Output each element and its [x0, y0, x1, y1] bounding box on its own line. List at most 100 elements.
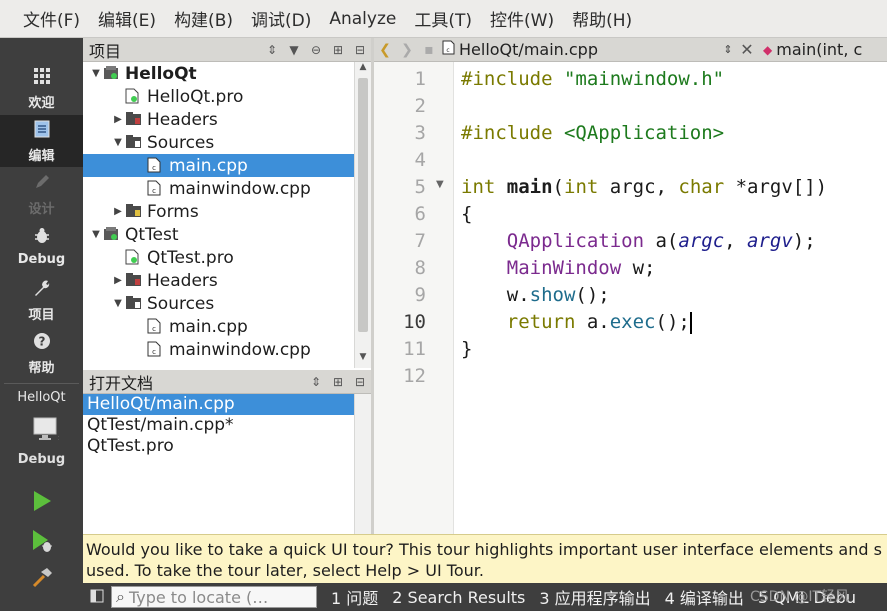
forward-icon[interactable]: ❯	[396, 42, 418, 58]
tree-item[interactable]: c mainwindow.cpp	[83, 338, 354, 361]
document-icon	[0, 119, 83, 145]
mode-label: 欢迎	[28, 96, 55, 111]
expanded-arrow-icon[interactable]: ▼	[111, 298, 125, 309]
sidebar-toggle-icon	[90, 588, 104, 607]
code-editor[interactable]: #include "mainwindow.h" #include <QAppli…	[455, 62, 887, 534]
menu-item[interactable]: 构建(B)	[174, 6, 233, 31]
file-dropdown-icon[interactable]: ⇕	[719, 43, 737, 56]
close-panel-icon[interactable]: ⊟	[349, 375, 371, 389]
scrollbar-thumb[interactable]	[358, 78, 368, 332]
tree-item-label: QtTest.pro	[147, 247, 234, 268]
menu-item[interactable]: 调试(D)	[251, 6, 311, 31]
locator-input[interactable]: ⌕ Type to locate (…	[111, 586, 317, 608]
project-tree-scrollbar[interactable]: ▲ ▼	[354, 62, 371, 368]
output-tab-compile-output[interactable]: 4 编译输出	[665, 585, 744, 609]
split-icon[interactable]: ⊞	[327, 43, 349, 57]
tree-item[interactable]: HelloQt.pro	[83, 85, 354, 108]
menu-item[interactable]: 控件(W)	[490, 6, 554, 31]
menu-item[interactable]: 工具(T)	[414, 6, 472, 31]
sort-icon[interactable]: ⇕	[261, 43, 283, 57]
link-icon[interactable]: ⊖	[305, 43, 327, 57]
output-tab-search-results[interactable]: 2 Search Results	[392, 588, 525, 607]
ui-tour-infobar: Would you like to take a quick UI tour? …	[83, 534, 887, 583]
line-number[interactable]: 2	[374, 93, 426, 120]
collapsed-arrow-icon[interactable]: ▶	[111, 114, 125, 125]
collapsed-arrow-icon[interactable]: ▶	[111, 275, 125, 286]
scroll-down-icon[interactable]: ▼	[355, 352, 371, 362]
tree-item-label: Forms	[147, 201, 199, 222]
forms-folder-icon	[125, 203, 143, 220]
line-number[interactable]: 10	[374, 309, 426, 336]
fold-marker-icon[interactable]: ▼	[436, 179, 444, 190]
mode-edit[interactable]: 编辑	[0, 115, 83, 167]
line-number[interactable]: 9	[374, 282, 426, 309]
line-number[interactable]: 7	[374, 228, 426, 255]
tree-item[interactable]: ▼ HelloQt	[83, 62, 354, 85]
open-doc-item[interactable]: QtTest.pro	[83, 436, 354, 457]
menu-item[interactable]: 帮助(H)	[572, 6, 632, 31]
grid-icon	[0, 66, 83, 92]
text-cursor	[689, 311, 692, 334]
line-number-gutter: ▼ 1 2 3 4 5 6 7 8 9 10 11 12	[374, 62, 454, 534]
kit-build-mode: Debug	[17, 452, 66, 467]
tree-item-label: main.cpp	[169, 316, 248, 337]
current-file-selector[interactable]: HelloQt/main.cpp	[459, 40, 719, 59]
watermark: CSDN @IT轻风	[750, 589, 850, 605]
open-docs-scrollbar[interactable]	[354, 394, 371, 534]
tree-item[interactable]: ▶ Headers	[83, 269, 354, 292]
menu-item[interactable]: Analyze	[329, 9, 396, 29]
output-tab-issues[interactable]: 1 问题	[331, 585, 378, 609]
tree-item[interactable]: ▶ Headers	[83, 108, 354, 131]
tree-item[interactable]: c mainwindow.cpp	[83, 177, 354, 200]
tree-item[interactable]: ▼ QtTest	[83, 223, 354, 246]
output-tab-app-output[interactable]: 3 应用程序输出	[539, 585, 650, 609]
mode-help[interactable]: ? 帮助	[0, 327, 83, 379]
infobar-text-line1: Would you like to take a quick UI tour? …	[86, 540, 882, 559]
scroll-up-icon[interactable]: ▲	[355, 62, 371, 72]
tree-item[interactable]: c main.cpp	[83, 154, 354, 177]
line-number[interactable]: 1	[374, 66, 426, 93]
tree-item[interactable]: ▼ Sources	[83, 292, 354, 315]
kit-selector[interactable]: Debug	[0, 410, 83, 470]
collapsed-arrow-icon[interactable]: ▶	[111, 206, 125, 217]
tree-item-label: Headers	[147, 270, 218, 291]
open-doc-item[interactable]: QtTest/main.cpp*	[83, 415, 354, 436]
expanded-arrow-icon[interactable]: ▼	[111, 137, 125, 148]
tree-item[interactable]: QtTest.pro	[83, 246, 354, 269]
mode-label: 设计	[28, 202, 55, 217]
line-number[interactable]: 5	[374, 174, 426, 201]
line-number[interactable]: 8	[374, 255, 426, 282]
line-number[interactable]: 3	[374, 120, 426, 147]
mode-debug[interactable]: Debug	[0, 222, 83, 274]
filter-icon[interactable]: ▼	[283, 43, 305, 57]
code-line: }	[461, 338, 473, 360]
expanded-arrow-icon[interactable]: ▼	[89, 68, 103, 79]
tree-item[interactable]: ▼ Sources	[83, 131, 354, 154]
code-line: {	[461, 203, 473, 225]
run-button[interactable]	[0, 486, 83, 520]
tree-item[interactable]: c main.cpp	[83, 315, 354, 338]
symbol-selector[interactable]: main(int, c	[776, 40, 862, 59]
toggle-sidebar-button[interactable]	[83, 583, 111, 611]
mode-design[interactable]: 设计	[0, 168, 83, 220]
mode-label: 帮助	[28, 361, 55, 376]
menu-item[interactable]: 编辑(E)	[98, 6, 156, 31]
line-number[interactable]: 11	[374, 336, 426, 363]
mode-welcome[interactable]: 欢迎	[0, 62, 83, 114]
debug-run-button[interactable]	[0, 526, 83, 560]
back-icon[interactable]: ❮	[374, 42, 396, 58]
build-button[interactable]	[0, 562, 83, 596]
tree-item[interactable]: ▶ Forms	[83, 200, 354, 223]
close-panel-icon[interactable]: ⊟	[349, 43, 371, 57]
line-number[interactable]: 12	[374, 363, 426, 390]
expanded-arrow-icon[interactable]: ▼	[89, 229, 103, 240]
help-icon: ?	[0, 331, 83, 357]
line-number[interactable]: 4	[374, 147, 426, 174]
sort-icon[interactable]: ⇕	[305, 375, 327, 389]
menu-item[interactable]: 文件(F)	[23, 6, 80, 31]
open-doc-item[interactable]: HelloQt/main.cpp	[83, 394, 354, 415]
mode-projects[interactable]: 项目	[0, 274, 83, 326]
split-icon[interactable]: ⊞	[327, 375, 349, 389]
line-number[interactable]: 6	[374, 201, 426, 228]
close-file-icon[interactable]: ✕	[737, 40, 757, 59]
